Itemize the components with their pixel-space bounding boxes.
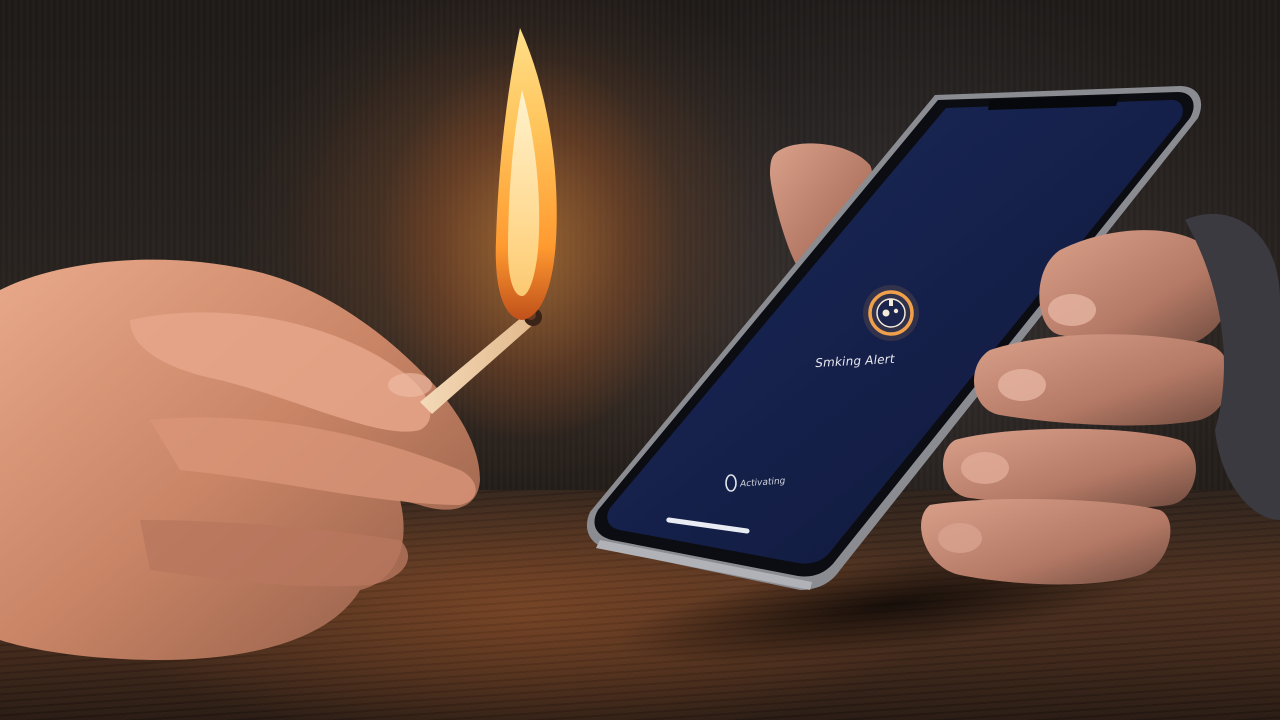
alert-badge-icon: [863, 285, 919, 341]
photo-scene: Smking Alert Activating: [0, 0, 1280, 720]
left-hand: [0, 259, 480, 660]
flame: [495, 28, 557, 320]
match-stick: [420, 308, 542, 414]
illustration: [0, 28, 1280, 660]
